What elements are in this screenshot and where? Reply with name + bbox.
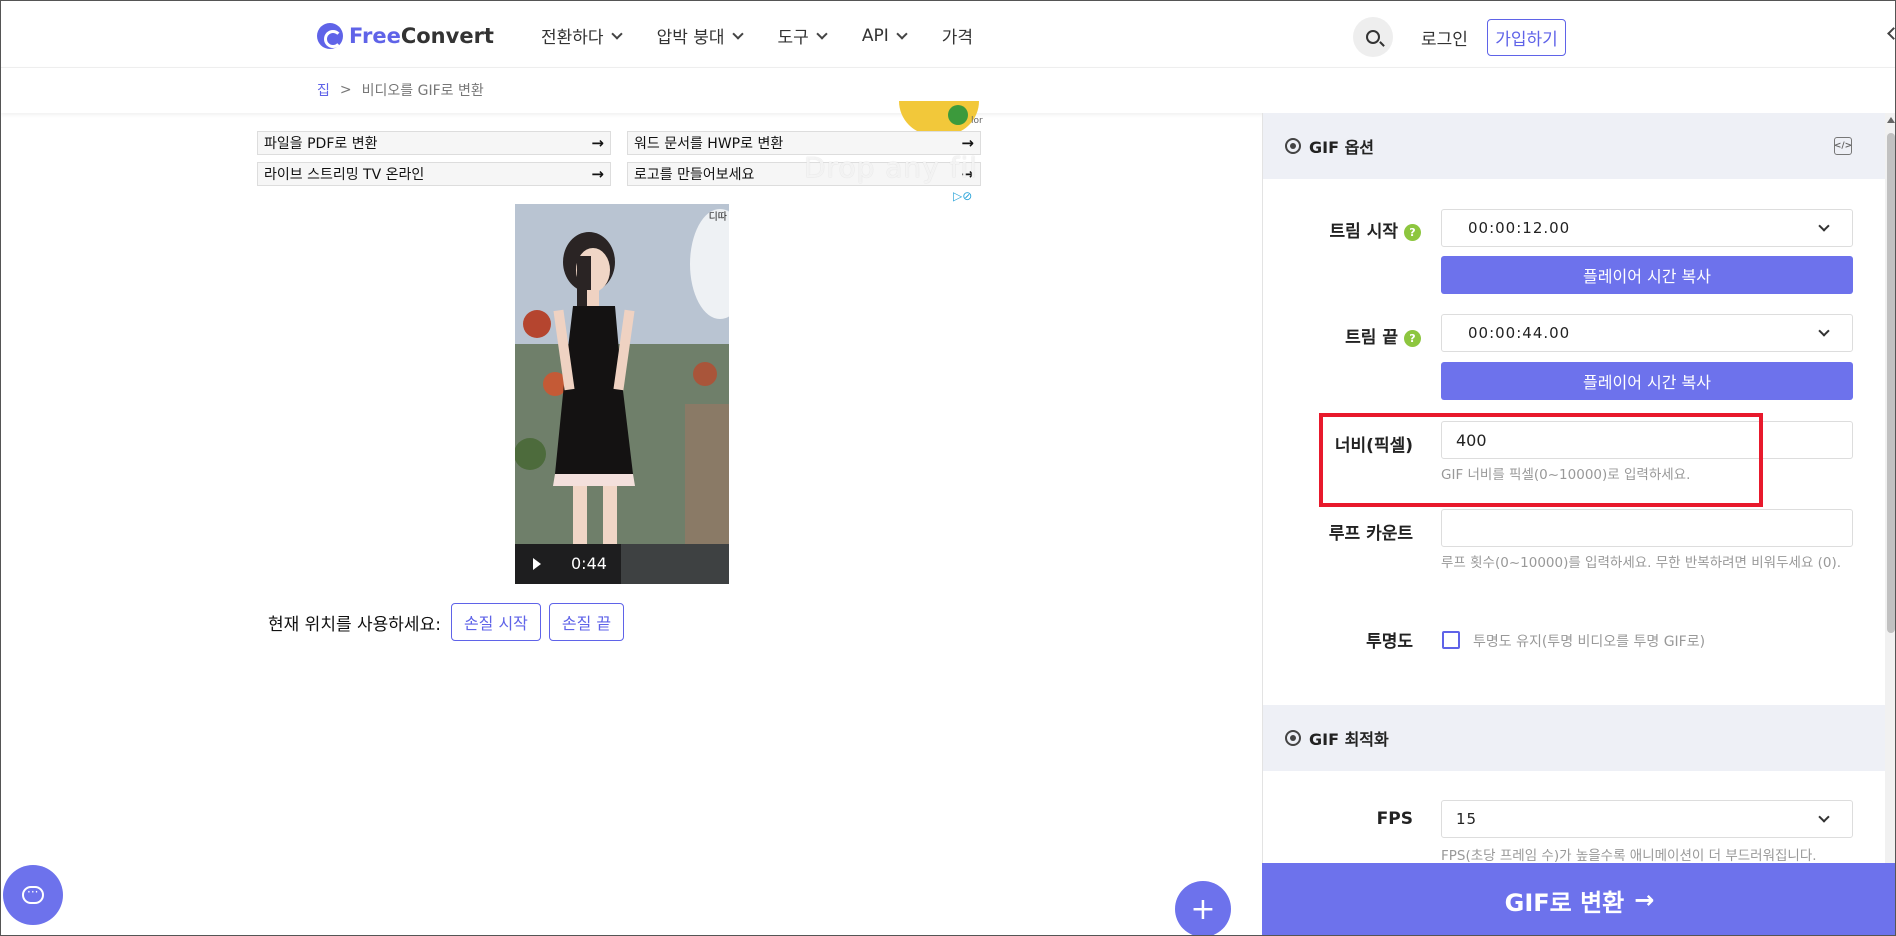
breadcrumb-home[interactable]: 집 — [317, 80, 330, 100]
gif-optimize-header: GIF 최적화 — [1263, 705, 1885, 771]
loop-count-hint: 루프 횟수(0~10000)를 입력하세요. 무한 반복하려면 비워두세요 (0… — [1441, 555, 1842, 571]
breadcrumb: 집 > 비디오를 GIF로 변환 — [317, 80, 484, 100]
video-controls: 0:44 — [515, 544, 729, 584]
fps-label: FPS — [1376, 809, 1413, 829]
search-button[interactable] — [1353, 17, 1393, 57]
chat-icon — [22, 885, 44, 904]
main-nav: 전환하다 압박 붕대 도구 API 가격 — [541, 23, 1009, 49]
highlight-box — [1319, 413, 1763, 507]
nav-convert[interactable]: 전환하다 — [541, 23, 623, 48]
browser-viewport: FreeConvert 전환하다 압박 붕대 도구 API 가격 로그인 가입하… — [0, 0, 1896, 936]
trim-start-button[interactable]: 손질 시작 — [450, 603, 541, 641]
ad-mini-text: lor — [971, 116, 983, 126]
nav-compress[interactable]: 압박 붕대 — [657, 23, 744, 48]
signup-button[interactable]: 가입하기 — [1487, 19, 1566, 56]
breadcrumb-current: 비디오를 GIF로 변환 — [361, 83, 484, 99]
drop-overlay-text: Drop any fil — [804, 151, 979, 184]
convert-to-gif-button[interactable]: GIF로 변환 → — [1262, 863, 1895, 935]
ad-badge-dot — [948, 105, 968, 125]
transparency-label: 투명도 — [1366, 632, 1413, 652]
site-header: FreeConvert 전환하다 압박 붕대 도구 API 가격 로그인 가입하… — [1, 1, 1895, 67]
gear-icon — [1285, 138, 1301, 154]
logo-icon — [317, 23, 343, 49]
trim-start-label: 트림 시작? — [1263, 217, 1421, 242]
chevron-down-icon — [1818, 325, 1830, 337]
transparency-option-label: 투명도 유지(투명 비디오를 투명 GIF로) — [1473, 634, 1706, 650]
video-corner-text: 디따 — [708, 212, 727, 223]
nav-pricing[interactable]: 가격 — [942, 23, 973, 48]
chevron-down-icon — [731, 27, 744, 40]
copy-player-time-end-button[interactable]: 플레이어 시간 복사 — [1441, 362, 1853, 400]
trim-end-select[interactable]: 00:00:44.00 — [1441, 314, 1853, 352]
fps-select[interactable]: 15 — [1441, 800, 1853, 838]
video-frame-image — [515, 204, 729, 584]
transparency-checkbox[interactable] — [1442, 631, 1460, 649]
scroll-up-icon[interactable] — [1887, 117, 1895, 123]
chevron-down-icon — [896, 27, 908, 40]
video-time: 0:44 — [571, 554, 607, 573]
chevron-down-icon — [610, 27, 623, 40]
chevron-down-icon — [1818, 811, 1830, 823]
arrow-right-icon: → — [591, 165, 604, 183]
search-icon — [1366, 30, 1380, 44]
add-file-button[interactable]: + — [1175, 881, 1231, 935]
help-icon[interactable]: ? — [1404, 329, 1421, 347]
nav-tools[interactable]: 도구 — [778, 23, 828, 48]
arrow-right-icon: → — [591, 134, 604, 152]
chat-button[interactable] — [3, 865, 63, 925]
trim-start-select[interactable]: 00:00:12.00 — [1441, 209, 1853, 247]
copy-player-time-start-button[interactable]: 플레이어 시간 복사 — [1441, 256, 1853, 294]
scroll-thumb[interactable] — [1887, 133, 1895, 633]
chevron-left-icon[interactable] — [1887, 27, 1895, 40]
arrow-right-icon: → — [1634, 886, 1655, 914]
ad-choices-icon[interactable]: ▷⊘ — [953, 189, 972, 203]
scrollbar[interactable] — [1885, 113, 1895, 935]
login-link[interactable]: 로그인 — [1421, 25, 1468, 50]
nav-api[interactable]: API — [862, 23, 908, 48]
freeconvert-logo[interactable]: FreeConvert — [317, 23, 494, 49]
arrow-right-icon: → — [961, 134, 974, 152]
loop-count-input[interactable] — [1441, 509, 1853, 547]
video-controls-left: 0:44 — [515, 544, 621, 584]
ad-link[interactable]: 파일을 PDF로 변환 → — [257, 131, 611, 155]
code-icon[interactable]: </> — [1834, 137, 1852, 155]
trim-position-label: 현재 위치를 사용하세요: — [268, 614, 441, 635]
ad-link[interactable]: 라이브 스트리밍 TV 온라인 → — [257, 162, 611, 186]
video-player[interactable]: 디따 0:44 — [515, 204, 729, 584]
trim-end-label: 트림 끝? — [1263, 323, 1421, 348]
trim-end-button[interactable]: 손질 끝 — [548, 603, 625, 641]
logo-text: FreeConvert — [349, 24, 494, 48]
help-icon[interactable]: ? — [1404, 223, 1421, 241]
gif-options-header: GIF 옵션 </> — [1263, 113, 1885, 179]
chevron-down-icon — [1818, 220, 1830, 232]
chevron-down-icon — [816, 27, 828, 40]
breadcrumb-separator: > — [339, 82, 352, 98]
gear-icon — [1285, 730, 1301, 746]
play-icon[interactable] — [533, 558, 541, 570]
loop-count-label: 루프 카운트 — [1328, 524, 1413, 544]
options-panel: GIF 옵션 </> 트림 시작? 00:00:12.00 플레이어 시간 복사… — [1262, 113, 1885, 935]
trim-position-row: 현재 위치를 사용하세요: 손질 시작 손질 끝 — [268, 603, 625, 641]
